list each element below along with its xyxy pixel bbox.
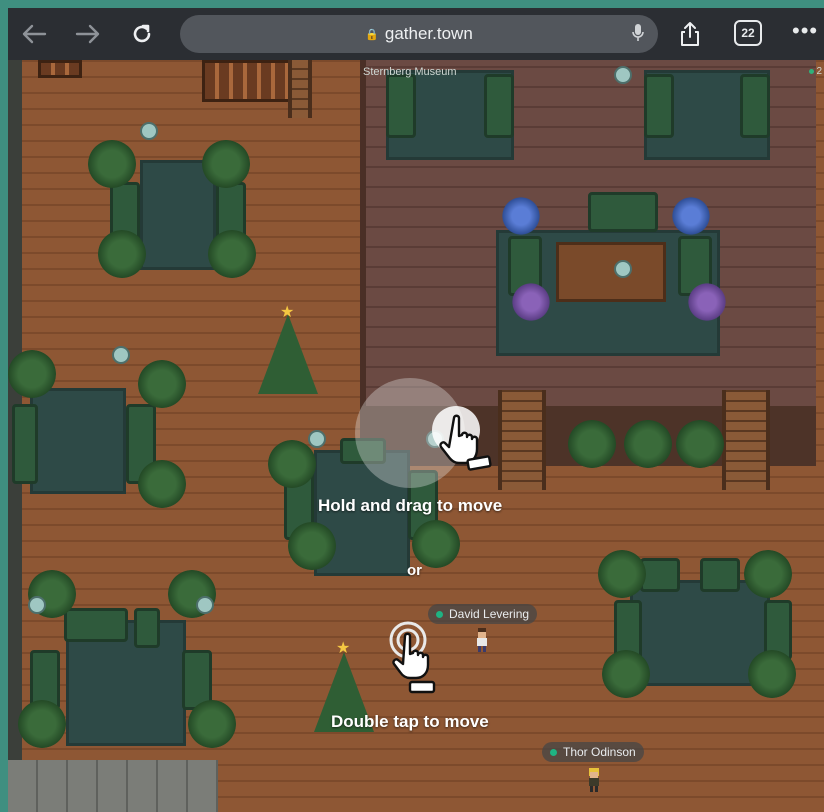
tree-star-icon: ★ [280,304,295,321]
lamp [614,260,632,278]
plant [98,230,146,278]
plant [268,440,316,488]
flower-pot [498,196,544,236]
lamp [140,122,158,140]
or-label: or [407,562,422,579]
sofa [588,192,658,232]
online-count: 2 [809,66,822,77]
forward-arrow-icon[interactable] [72,18,104,50]
plant [624,420,672,468]
plant [598,550,646,598]
app-frame: 🔒 gather.town 22 ••• ★ ★ Sternberg Museu… [0,0,824,812]
flower-pot [668,196,714,236]
stairs [722,390,770,490]
plant [412,520,460,568]
drag-hint: Hold and drag to move [318,496,503,515]
tabs-button[interactable]: 22 [734,20,762,46]
player-avatar[interactable] [474,628,490,652]
christmas-tree [258,314,318,394]
plant [88,140,136,188]
plant [676,420,724,468]
stairs [498,390,546,490]
bench [12,404,38,484]
tap-hint: Double tap to move [331,712,489,731]
plant [188,700,236,748]
chair [134,608,160,648]
player-tag[interactable]: Thor Odinson [542,742,644,762]
plant [18,700,66,748]
browser-toolbar: 🔒 gather.town 22 ••• [8,8,824,60]
more-menu-icon[interactable]: ••• [792,18,818,44]
tree-star-icon: ★ [336,640,351,657]
ladder [288,60,312,118]
drag-hand-icon [432,406,492,471]
lamp [308,430,326,448]
plant [744,550,792,598]
player-avatar[interactable] [586,768,602,792]
plant [208,230,256,278]
sofa [64,608,128,642]
plant [8,350,56,398]
bookcase [38,60,82,78]
status-dot [436,610,443,618]
lamp [112,346,130,364]
stone-floor [8,760,218,812]
back-arrow-icon[interactable] [18,18,50,50]
carpet [30,388,126,494]
online-dot [809,69,815,74]
lamp [28,596,46,614]
tap-hand-icon [389,621,436,694]
url-text: gather.town [384,24,473,43]
player-name: David Levering [449,607,530,621]
plant [748,650,796,698]
plant [138,460,186,508]
lamp [614,66,632,84]
sofa [700,558,740,592]
plant [568,420,616,468]
online-count-value: 2 [816,66,822,77]
sofa [644,74,674,138]
microphone-icon[interactable] [632,23,644,48]
plant [602,650,650,698]
flower-pot [684,282,730,322]
share-icon[interactable] [674,18,706,50]
plant [202,140,250,188]
player-name: Thor Odinson [563,745,636,759]
lamp [196,596,214,614]
reload-icon[interactable] [126,18,158,50]
status-dot [550,748,557,756]
sofa [484,74,514,138]
plant [288,522,336,570]
game-map[interactable]: ★ ★ Sternberg Museum 2 David Levering Th… [8,60,824,812]
sofa [640,558,680,592]
sofa [386,74,416,138]
table [556,242,666,302]
sofa [740,74,770,138]
plant [138,360,186,408]
lock-icon: 🔒 [365,28,379,41]
flower-pot [508,282,554,322]
room-label: Sternberg Museum [363,66,457,78]
address-bar[interactable]: 🔒 gather.town [180,15,658,53]
